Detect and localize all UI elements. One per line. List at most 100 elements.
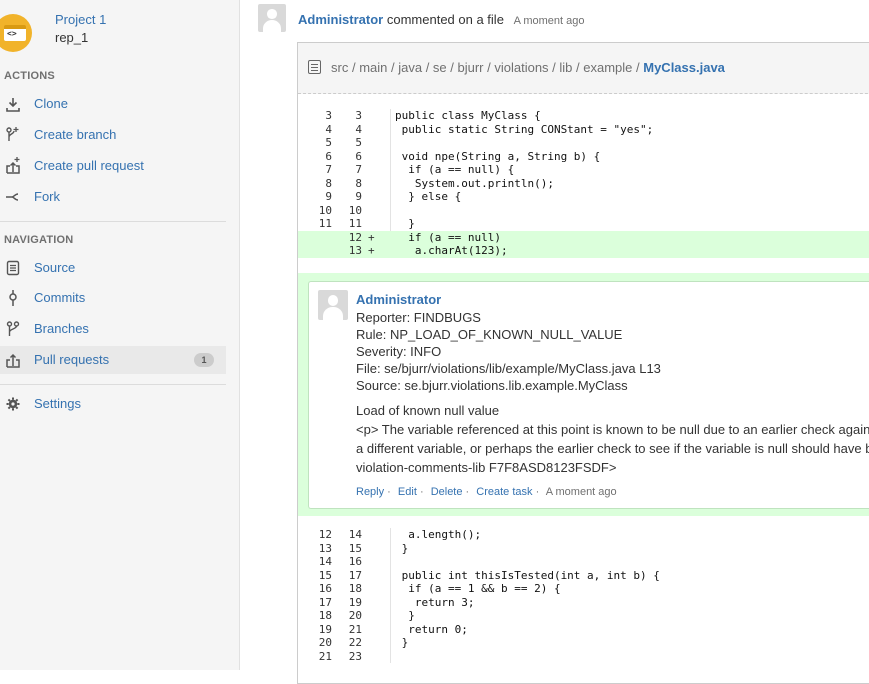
create-branch-action[interactable]: Create branch: [0, 121, 226, 149]
comment-body-line: violation-comments-lib F7F8ASD8123FSDF>: [356, 460, 617, 475]
sidebar-item-commits[interactable]: Commits: [0, 284, 226, 312]
create-task-link[interactable]: Create task: [476, 486, 532, 498]
comment-body-line: <p> The variable referenced at this poin…: [356, 422, 869, 437]
diff-marker[interactable]: +: [368, 244, 375, 258]
code-text: a.length();: [395, 528, 482, 541]
added-code-line: 13 + a.charAt(123);: [298, 244, 869, 258]
comment-author-link[interactable]: Administrator: [356, 292, 441, 307]
new-line-number[interactable]: 18: [342, 582, 362, 596]
old-line-number[interactable]: 5: [312, 136, 332, 150]
delete-link[interactable]: Delete: [431, 486, 463, 498]
activity-line: Administrator commented on a file A mome…: [298, 12, 585, 27]
activity-time: A moment ago: [513, 15, 585, 27]
old-line-number[interactable]: 6: [312, 150, 332, 164]
activity-author-link[interactable]: Administrator: [298, 12, 383, 27]
clone-action[interactable]: Clone: [0, 90, 226, 118]
breadcrumb-segment[interactable]: bjurr: [458, 60, 484, 75]
breadcrumb-segment[interactable]: lib: [559, 60, 572, 75]
breadcrumb-segment[interactable]: violations: [494, 60, 548, 75]
user-avatar[interactable]: [258, 4, 286, 32]
old-line-number[interactable]: 17: [312, 596, 332, 610]
code-text: System.out.println();: [395, 176, 554, 190]
new-line-number[interactable]: 16: [342, 555, 362, 569]
old-line-number[interactable]: 8: [312, 177, 332, 191]
comment-avatar[interactable]: [318, 290, 348, 320]
clone-label: Clone: [34, 96, 68, 111]
code-line: 13 15 }: [298, 542, 869, 556]
old-line-number[interactable]: 20: [312, 636, 332, 650]
new-line-number[interactable]: 19: [342, 596, 362, 610]
user-avatar-body: [263, 20, 281, 32]
old-line-number[interactable]: 14: [312, 555, 332, 569]
old-line-number[interactable]: 19: [312, 623, 332, 637]
old-line-number[interactable]: 4: [312, 123, 332, 137]
commit-icon: [4, 284, 22, 312]
inline-comment: Administrator Reporter: FINDBUGS Rule: N…: [308, 281, 869, 509]
edit-link[interactable]: Edit: [398, 486, 417, 498]
old-line-number[interactable]: 12: [312, 528, 332, 542]
new-line-number[interactable]: 20: [342, 609, 362, 623]
new-line-number[interactable]: 7: [342, 163, 362, 177]
navigation-title: NAVIGATION: [4, 234, 74, 246]
old-line-number[interactable]: 9: [312, 190, 332, 204]
old-line-number[interactable]: 18: [312, 609, 332, 623]
new-line-number[interactable]: 17: [342, 569, 362, 583]
breadcrumb-segment[interactable]: example: [583, 60, 632, 75]
actions-title: ACTIONS: [4, 70, 55, 82]
fork-icon: [4, 183, 22, 211]
new-line-number[interactable]: 5: [342, 136, 362, 150]
action-separator: ·: [416, 486, 424, 498]
new-line-number[interactable]: 8: [342, 177, 362, 191]
code-text: public int thisIsTested(int a, int b) {: [395, 568, 660, 582]
comment-severity: Severity: INFO: [356, 344, 442, 359]
comment-actions: Reply · Edit · Delete · Create task · A …: [356, 486, 621, 498]
code-line: 88 System.out.println();: [298, 177, 869, 191]
code-line: 55: [298, 136, 869, 150]
new-line-number[interactable]: 15: [342, 542, 362, 556]
old-line-number[interactable]: 11: [312, 217, 332, 231]
project-avatar[interactable]: <>: [0, 14, 32, 52]
breadcrumb-segment[interactable]: main: [359, 60, 387, 75]
create-pull-request-action[interactable]: Create pull request: [0, 152, 226, 180]
code-line: 10 10: [298, 204, 869, 218]
sidebar-item-pull-requests[interactable]: Pull requests 1: [0, 346, 226, 374]
new-line-number[interactable]: 4: [342, 123, 362, 137]
comment-body-line: a different variable, or perhaps the ear…: [356, 441, 869, 456]
sidebar-item-branches[interactable]: Branches: [0, 315, 226, 343]
code-line: 11 11 }: [298, 217, 869, 231]
breadcrumb-segment[interactable]: java: [398, 60, 422, 75]
fork-action[interactable]: Fork: [0, 183, 226, 211]
new-line-number[interactable]: 9: [342, 190, 362, 204]
reply-link[interactable]: Reply: [356, 486, 384, 498]
new-line-number[interactable]: 14: [342, 528, 362, 542]
sidebar-item-source[interactable]: Source: [0, 254, 226, 282]
new-line-number[interactable]: 21: [342, 623, 362, 637]
new-line-number[interactable]: 23: [342, 650, 362, 664]
diff-marker[interactable]: +: [368, 231, 375, 245]
file-name[interactable]: MyClass.java: [643, 60, 725, 75]
code-line: 15 17 public int thisIsTested(int a, int …: [298, 569, 869, 583]
old-line-number[interactable]: 3: [312, 109, 332, 123]
breadcrumb-separator: /: [446, 60, 458, 75]
new-line-number[interactable]: 11: [342, 217, 362, 231]
code-text: }: [395, 541, 409, 555]
old-line-number[interactable]: 21: [312, 650, 332, 664]
new-line-number[interactable]: 12: [342, 231, 362, 245]
code-text: }: [395, 636, 409, 649]
old-line-number[interactable]: 13: [312, 542, 332, 556]
breadcrumb-segment[interactable]: se: [433, 60, 447, 75]
old-line-number[interactable]: 15: [312, 569, 332, 583]
project-link[interactable]: Project 1: [55, 12, 106, 27]
old-line-number[interactable]: 7: [312, 163, 332, 177]
new-line-number[interactable]: 10: [342, 204, 362, 218]
code-text: return 3;: [395, 595, 475, 609]
breadcrumb-segment[interactable]: src: [331, 60, 348, 75]
sidebar-item-settings[interactable]: Settings: [0, 390, 226, 418]
new-line-number[interactable]: 3: [342, 109, 362, 123]
new-line-number[interactable]: 13: [342, 244, 362, 258]
new-line-number[interactable]: 6: [342, 150, 362, 164]
old-line-number[interactable]: 10: [312, 204, 332, 218]
new-line-number[interactable]: 22: [342, 636, 362, 650]
code-line: 3 3 public class MyClass {: [298, 109, 869, 123]
old-line-number[interactable]: 16: [312, 582, 332, 596]
